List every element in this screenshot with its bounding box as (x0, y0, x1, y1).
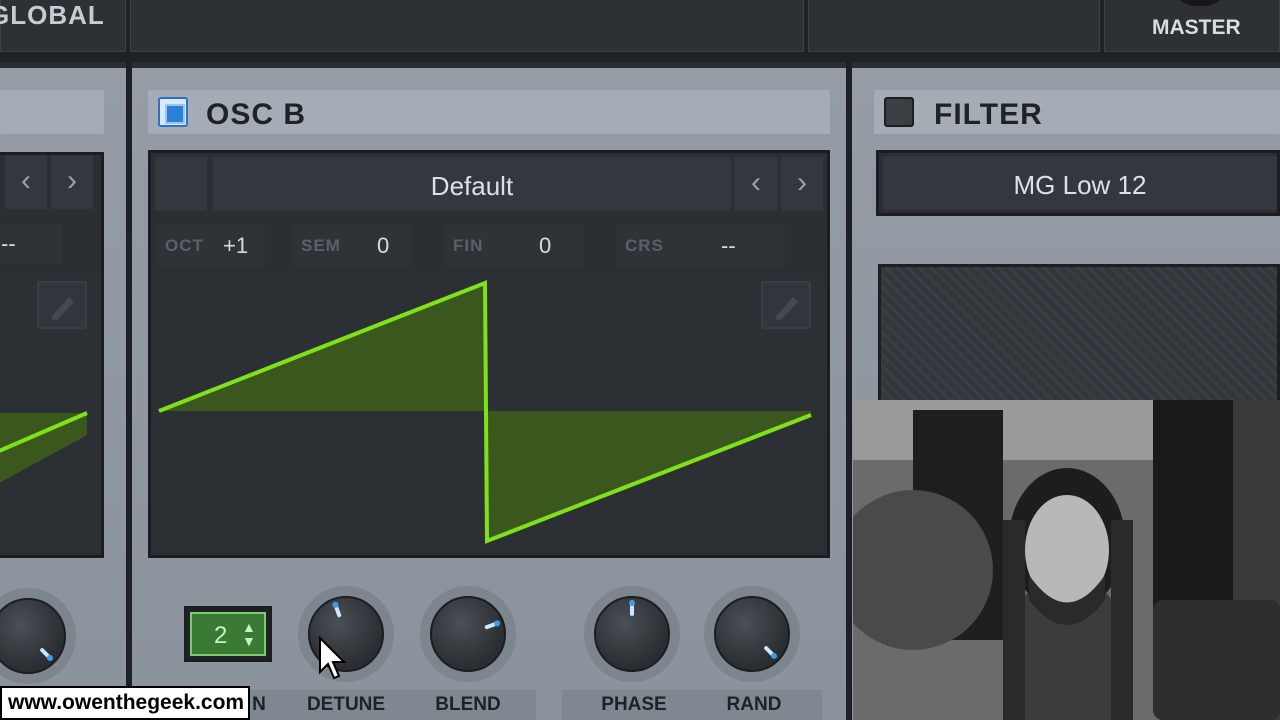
sem-value: 0 (377, 233, 390, 258)
osc-a-next-arrow[interactable]: › (51, 155, 93, 209)
phase-knob[interactable] (584, 586, 680, 682)
crs-value: -- (721, 233, 736, 258)
filter-display (878, 264, 1280, 404)
crs-label: CRS (625, 236, 664, 255)
unison-value: 2 (214, 622, 228, 649)
osc-b-preset-selector[interactable]: Default (213, 157, 731, 211)
rand-label: RAND (726, 694, 782, 715)
osc-a-prev-arrow[interactable]: ‹ (5, 155, 47, 209)
osc-b-display: Default ‹ › OCT +1 SEM 0 FIN 0 CRS -- (148, 150, 830, 558)
master-label: MASTER (1152, 16, 1241, 39)
fin-param[interactable]: FIN 0 (445, 225, 583, 267)
phase-label: PHASE (601, 694, 667, 715)
oct-label: OCT (165, 236, 204, 255)
stepper-arrows-icon[interactable]: ▲ ▼ (242, 620, 256, 648)
osc-a-param-value: -- (1, 231, 16, 256)
webcam-overlay (853, 400, 1280, 720)
osc-b-header: OSC B (148, 90, 830, 134)
osc-b-title: OSC B (206, 98, 307, 131)
osc-b-preset-name: Default (430, 171, 514, 201)
detune-label: DETUNE (306, 694, 386, 715)
sem-param[interactable]: SEM 0 (293, 225, 411, 267)
mouse-cursor-icon (319, 636, 347, 680)
webcam-video (853, 400, 1280, 720)
osc-b-waveform (157, 273, 823, 551)
filter-type-name: MG Low 12 (1013, 170, 1147, 200)
watermark-url: www.owenthegeek.com (0, 686, 250, 720)
fin-label: FIN (453, 236, 484, 255)
osc-b-edit-button[interactable] (761, 281, 811, 329)
osc-a-panel: ‹ › -- (0, 68, 126, 720)
fin-value: 0 (539, 233, 552, 258)
osc-a-knob[interactable] (0, 588, 76, 684)
global-tab[interactable]: GLOBAL (0, 0, 126, 52)
blend-label: BLEND (435, 694, 501, 715)
osc-b-param-row: OCT +1 SEM 0 FIN 0 CRS -- (155, 225, 825, 267)
osc-a-param[interactable]: -- (0, 223, 61, 265)
filter-title: FILTER (934, 98, 1043, 131)
top-bar-cell (808, 0, 1100, 52)
filter-type-selector[interactable]: MG Low 12 (883, 156, 1277, 210)
filter-type-frame: MG Low 12 (876, 150, 1280, 216)
filter-enable-checkbox[interactable] (884, 97, 914, 127)
oct-param[interactable]: OCT +1 (157, 225, 265, 267)
osc-b-wave-svg (157, 280, 812, 544)
osc-a-display: ‹ › -- (0, 152, 104, 558)
rand-knob[interactable] (704, 586, 800, 682)
crs-param[interactable]: CRS -- (617, 225, 785, 267)
osc-a-header (0, 90, 104, 134)
pencil-icon (776, 297, 798, 320)
osc-b-prev-preset[interactable]: ‹ (735, 157, 777, 211)
filter-header: FILTER (874, 90, 1280, 134)
osc-a-waveform (0, 273, 101, 555)
unison-label: N (252, 694, 266, 715)
sem-label: SEM (301, 236, 341, 255)
osc-b-menu-button[interactable] (155, 157, 207, 211)
global-label: GLOBAL (0, 0, 105, 30)
osc-b-next-preset[interactable]: › (781, 157, 823, 211)
top-bar: GLOBAL MASTER (0, 0, 1280, 62)
unison-stepper[interactable]: 2 ▲ ▼ (184, 606, 272, 662)
osc-b-enable-checkbox[interactable] (158, 97, 188, 127)
osc-a-wave-svg (0, 411, 88, 483)
oct-value: +1 (223, 233, 249, 258)
blend-knob[interactable] (420, 586, 516, 682)
top-bar-cell (130, 0, 804, 52)
